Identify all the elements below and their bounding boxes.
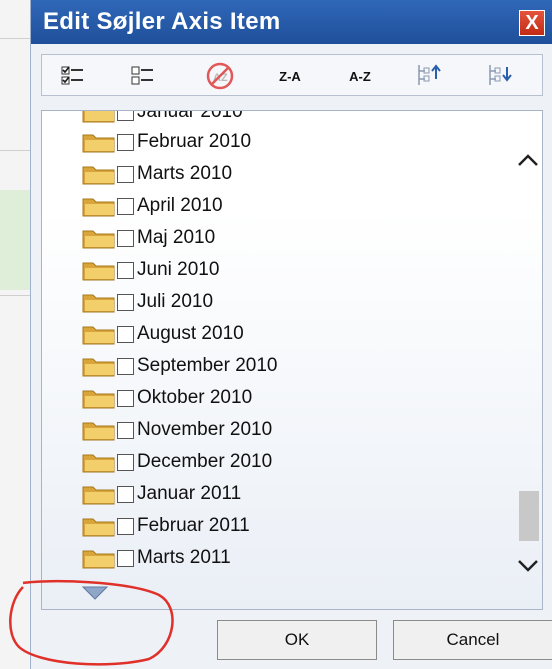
- item-checkbox[interactable]: [117, 197, 134, 215]
- expand-more-icon[interactable]: [81, 586, 109, 605]
- folder-icon: [82, 131, 116, 153]
- item-label: Februar 2010: [137, 131, 252, 152]
- item-label: Januar 2010: [137, 111, 243, 122]
- vertical-scrollbar[interactable]: [514, 111, 542, 609]
- select-all-icon[interactable]: [60, 62, 86, 90]
- item-checkbox[interactable]: [117, 485, 134, 503]
- item-label: Juli 2010: [137, 291, 214, 312]
- folder-icon: [82, 451, 116, 473]
- list-item[interactable]: April 2010: [82, 191, 223, 221]
- list-item[interactable]: Maj 2010: [82, 223, 215, 253]
- item-checkbox[interactable]: [117, 389, 134, 407]
- deselect-all-icon[interactable]: [130, 62, 156, 90]
- list-item[interactable]: Marts 2011: [82, 543, 231, 573]
- item-label: November 2010: [137, 419, 273, 440]
- scroll-up-icon[interactable]: [516, 149, 540, 173]
- item-checkbox[interactable]: [117, 293, 134, 311]
- dialog-titlebar[interactable]: Edit Søjler Axis Item X: [31, 0, 552, 44]
- item-checkbox[interactable]: [117, 229, 134, 247]
- item-checkbox[interactable]: [117, 111, 134, 121]
- item-label: Oktober 2010: [137, 387, 253, 408]
- list-item[interactable]: Marts 2010: [82, 159, 232, 189]
- item-checkbox[interactable]: [117, 165, 134, 183]
- move-down-icon[interactable]: [485, 62, 515, 90]
- folder-icon: [82, 111, 116, 123]
- item-checkbox[interactable]: [117, 517, 134, 535]
- list-item[interactable]: Januar 2010: [82, 111, 243, 127]
- close-button[interactable]: X: [519, 10, 545, 36]
- list-item[interactable]: Juni 2010: [82, 255, 219, 285]
- list-item[interactable]: November 2010: [82, 415, 272, 445]
- item-label: Marts 2010: [137, 163, 233, 184]
- background-divider: [0, 150, 30, 151]
- folder-icon: [82, 419, 116, 441]
- folder-icon: [82, 195, 116, 217]
- folder-icon: [82, 227, 116, 249]
- item-label: Februar 2011: [137, 515, 250, 536]
- folder-icon: [82, 291, 116, 313]
- background-app-highlight: [0, 190, 30, 290]
- list-item[interactable]: Januar 2011: [82, 479, 241, 509]
- list-item[interactable]: Februar 2010: [82, 127, 251, 157]
- item-label: Marts 2011: [137, 547, 231, 568]
- dialog-title: Edit Søjler Axis Item: [43, 8, 281, 35]
- background-divider: [0, 38, 30, 39]
- background-app: [0, 0, 30, 669]
- item-label: Maj 2010: [137, 227, 216, 248]
- folder-icon: [82, 259, 116, 281]
- sort-ascending-button[interactable]: A-Z: [345, 62, 375, 90]
- item-label: Januar 2011: [137, 483, 242, 504]
- item-label: September 2010: [137, 355, 278, 376]
- folder-icon: [82, 515, 116, 537]
- item-checkbox[interactable]: [117, 421, 134, 439]
- cancel-button[interactable]: Cancel: [393, 620, 552, 660]
- folder-icon: [82, 355, 116, 377]
- list-item[interactable]: Februar 2011: [82, 511, 250, 541]
- move-up-icon[interactable]: [414, 62, 444, 90]
- ok-button[interactable]: OK: [217, 620, 377, 660]
- item-checkbox[interactable]: [117, 357, 134, 375]
- edit-axis-item-dialog: Edit Søjler Axis Item X AZ Z-A A-Z Janua…: [9, 0, 552, 669]
- item-checkbox[interactable]: [117, 549, 134, 567]
- item-checkbox[interactable]: [117, 133, 134, 151]
- toolbar: AZ Z-A A-Z: [41, 54, 543, 96]
- list-item[interactable]: August 2010: [82, 319, 244, 349]
- list-item[interactable]: Oktober 2010: [82, 383, 252, 413]
- list-item[interactable]: December 2010: [82, 447, 272, 477]
- scrollbar-thumb[interactable]: [519, 491, 539, 541]
- item-checkbox[interactable]: [117, 453, 134, 471]
- folder-icon: [82, 323, 116, 345]
- item-label: Juni 2010: [137, 259, 220, 280]
- list-item[interactable]: Juli 2010: [82, 287, 213, 317]
- background-divider: [0, 295, 30, 296]
- sort-descending-button[interactable]: Z-A: [275, 62, 305, 90]
- folder-icon: [82, 547, 116, 569]
- item-label: April 2010: [137, 195, 223, 216]
- axis-item-list[interactable]: Januar 2010 Februar 2010 Marts 2010 April …: [41, 110, 543, 610]
- folder-icon: [82, 483, 116, 505]
- item-label: August 2010: [137, 323, 244, 344]
- folder-icon: [82, 387, 116, 409]
- item-label: December 2010: [137, 451, 273, 472]
- item-checkbox[interactable]: [117, 261, 134, 279]
- folder-icon: [82, 163, 116, 185]
- clear-sort-icon[interactable]: AZ: [205, 62, 235, 90]
- list-viewport: Januar 2010 Februar 2010 Marts 2010 April …: [42, 111, 514, 581]
- list-item[interactable]: September 2010: [82, 351, 278, 381]
- item-checkbox[interactable]: [117, 325, 134, 343]
- scroll-down-icon[interactable]: [516, 553, 540, 577]
